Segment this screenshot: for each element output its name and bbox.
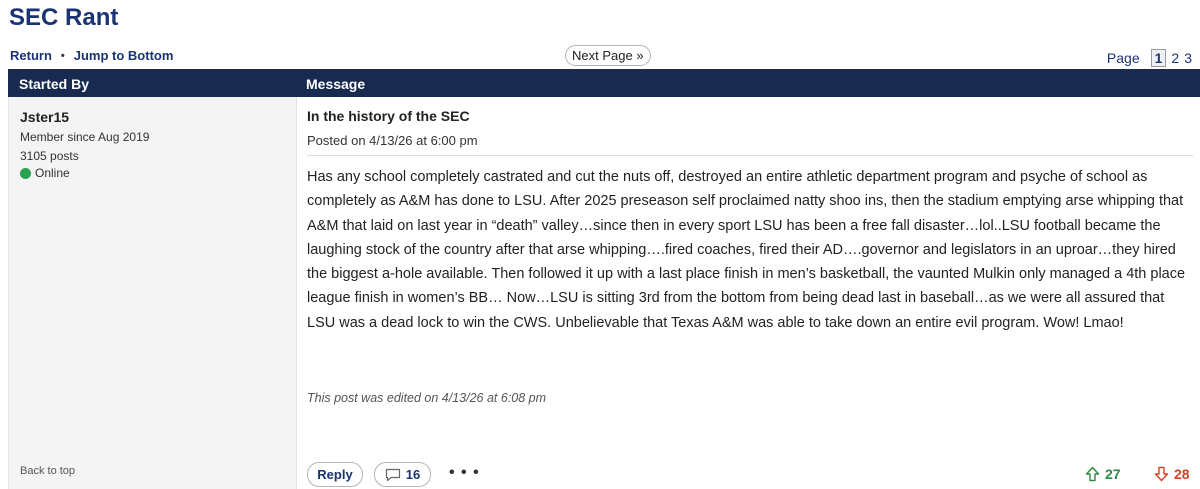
comment-bubble-icon	[385, 468, 400, 481]
reply-button[interactable]: Reply	[307, 462, 363, 487]
page-3-link[interactable]: 3	[1184, 50, 1192, 66]
online-status: Online	[20, 166, 70, 180]
thread-header: Started By Message	[8, 69, 1200, 97]
member-since: Member since Aug 2019	[20, 130, 150, 144]
downvote-count: 28	[1174, 466, 1190, 482]
post-body: Has any school completely castrated and …	[307, 169, 1186, 331]
more-options-button[interactable]: • • •	[449, 464, 480, 482]
page-2-link[interactable]: 2	[1171, 50, 1179, 66]
return-link[interactable]: Return	[10, 48, 52, 63]
online-status-label: Online	[35, 166, 70, 180]
edited-note: This post was edited on 4/13/26 at 6:08 …	[307, 391, 547, 405]
post-title: In the history of the SEC	[307, 108, 470, 124]
comment-count: 16	[405, 467, 421, 482]
post-divider	[307, 155, 1193, 156]
post-count: 3105 posts	[20, 149, 79, 163]
upvote-count: 27	[1105, 466, 1121, 482]
down-arrow-icon	[1154, 466, 1169, 482]
page-label: Page	[1106, 50, 1140, 66]
pager: Page 1 2 3	[1107, 49, 1192, 67]
page-1-link[interactable]: 1	[1150, 49, 1167, 67]
up-arrow-icon	[1085, 466, 1100, 482]
jump-to-bottom-link[interactable]: Jump to Bottom	[74, 48, 174, 63]
thread-nav: Return • Jump to Bottom	[10, 48, 173, 63]
board-title: SEC Rant	[9, 4, 119, 31]
message-header: Message	[306, 76, 366, 92]
downvote-button[interactable]: 28	[1154, 466, 1190, 482]
back-to-top-link[interactable]: Back to top	[20, 465, 75, 477]
next-page-button[interactable]: Next Page »	[565, 45, 651, 66]
upvote-button[interactable]: 27	[1085, 466, 1121, 482]
author-sidebar: Jster15 Member since Aug 2019 3105 posts…	[8, 97, 297, 489]
comments-button[interactable]: 16	[374, 462, 431, 487]
online-status-dot	[20, 167, 31, 179]
nav-separator: •	[60, 49, 65, 62]
started-by-header: Started By	[19, 76, 90, 92]
post-date: Posted on 4/13/26 at 6:00 pm	[307, 133, 478, 148]
author-name[interactable]: Jster15	[20, 109, 69, 125]
